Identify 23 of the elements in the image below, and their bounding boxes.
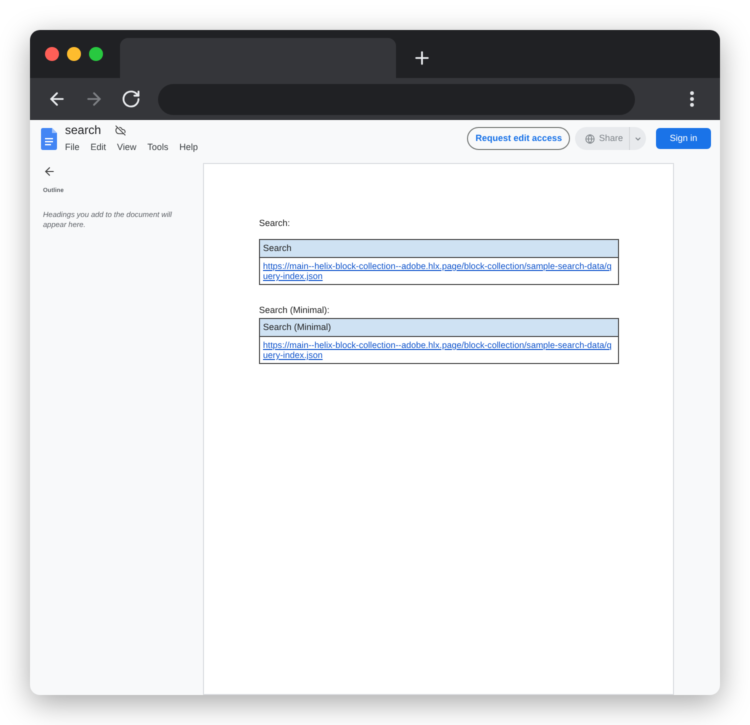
back-icon[interactable] xyxy=(43,165,56,178)
request-edit-access-button[interactable]: Request edit access xyxy=(467,127,570,150)
globe-icon xyxy=(585,134,595,144)
table-header: Search (Minimal) xyxy=(260,319,618,337)
menu-item[interactable]: Tools xyxy=(147,140,168,154)
menu-item[interactable]: Edit xyxy=(90,140,106,154)
menu-item[interactable]: File xyxy=(65,140,80,154)
reload-icon xyxy=(121,89,141,109)
minimize-button[interactable] xyxy=(67,47,81,61)
dropdown-icon[interactable] xyxy=(634,134,642,142)
menu-item[interactable]: Help xyxy=(179,140,198,154)
cloud-icon xyxy=(115,124,126,136)
link[interactable]: https://main--helix-block-collection--adobe.hlx.page/block-collection/sample-search-data/query-index.json xyxy=(263,261,615,281)
document-icon[interactable] xyxy=(41,128,57,150)
block-label: Search (Minimal): xyxy=(259,304,331,316)
menu-item[interactable]: View xyxy=(117,140,136,154)
link[interactable]: https://main--helix-block-collection--adobe.hlx.page/block-collection/sample-search-data/query-index.json xyxy=(263,340,615,360)
sign-in-button[interactable]: Sign in xyxy=(656,128,711,149)
document-title[interactable]: search xyxy=(65,122,102,138)
block-label: Search: xyxy=(259,217,292,229)
zoom-button[interactable] xyxy=(89,47,103,61)
table-header: Search xyxy=(260,240,618,258)
close-button[interactable] xyxy=(45,47,59,61)
